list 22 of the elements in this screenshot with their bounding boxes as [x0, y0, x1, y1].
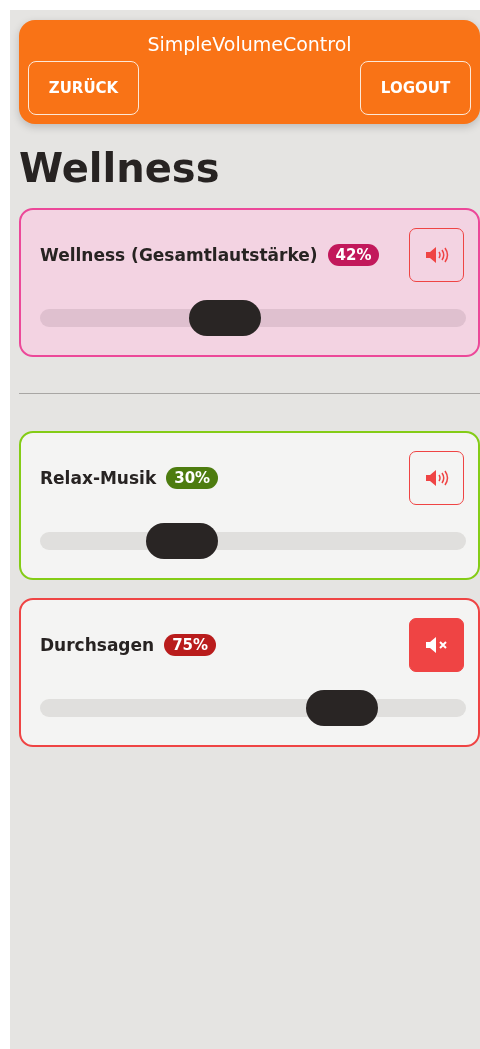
volume-slider[interactable]	[40, 300, 466, 336]
speaker-icon	[424, 246, 449, 264]
channel-name: Relax-Musik	[40, 468, 157, 488]
channel-name: Wellness (Gesamtlautstärke)	[40, 245, 318, 265]
mute-icon	[424, 636, 449, 654]
volume-percent: 30%	[166, 467, 219, 489]
volume-percent: 75%	[164, 634, 217, 656]
mute-toggle-button[interactable]	[409, 618, 464, 672]
volume-slider[interactable]	[40, 690, 466, 726]
volume-slider[interactable]	[40, 523, 466, 559]
mute-toggle-button[interactable]	[409, 228, 464, 282]
speaker-icon	[424, 469, 449, 487]
slider-thumb[interactable]	[305, 690, 378, 726]
back-button[interactable]: ZURÜCK	[28, 61, 139, 115]
logout-button[interactable]: LOGOUT	[360, 61, 471, 115]
channel-name: Durchsagen	[40, 635, 155, 655]
mute-toggle-button[interactable]	[409, 451, 464, 505]
page-title: Wellness	[19, 144, 221, 192]
volume-percent: 42%	[327, 244, 380, 266]
slider-thumb[interactable]	[146, 523, 219, 559]
app-title: SimpleVolumeControl	[147, 32, 352, 56]
slider-thumb[interactable]	[188, 300, 261, 336]
